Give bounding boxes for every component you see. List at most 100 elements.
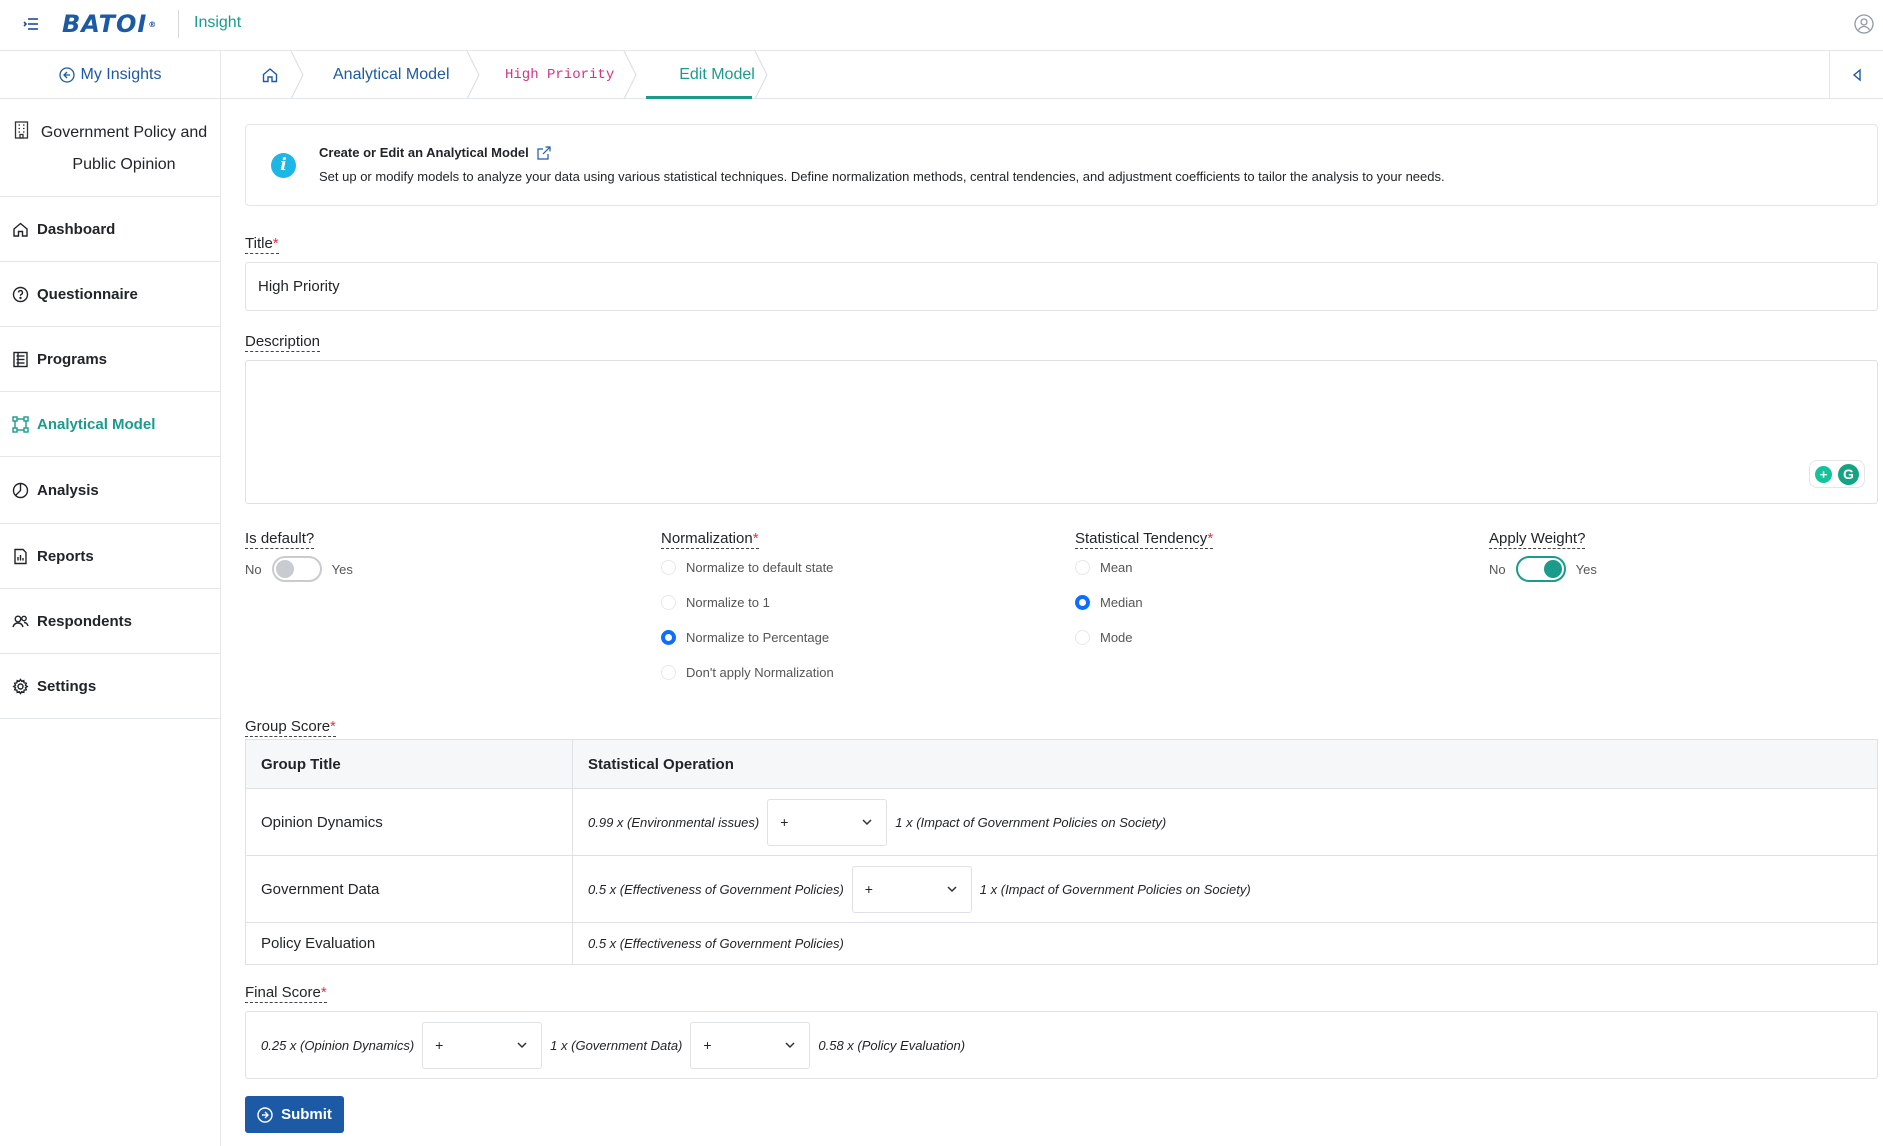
chevron-down-icon (947, 886, 957, 893)
project-name: Government Policy and Public Opinion (40, 124, 208, 173)
table-row: Government Data 0.5 x (Effectiveness of … (245, 855, 1878, 923)
grammarly-plus-icon[interactable]: + (1815, 465, 1832, 483)
model-nodes-icon (12, 415, 29, 433)
breadcrumb-analytical-model[interactable]: Analytical Model (333, 51, 450, 99)
description-textarea[interactable]: + G (245, 360, 1878, 504)
chevron-down-icon (862, 819, 872, 826)
sidebar-item-label: Analytical Model (37, 415, 156, 433)
info-description: Set up or modify models to analyze your … (319, 169, 1445, 184)
is-default-toggle-group: No Yes (245, 556, 353, 582)
info-title: Create or Edit an Analytical Model (319, 145, 551, 160)
radio-button[interactable] (1075, 560, 1090, 575)
breadcrumb: Analytical Model High Priority Edit Mode… (221, 51, 1883, 99)
apply-weight-switch[interactable] (1515, 556, 1566, 582)
toggle-no-label: No (1489, 561, 1506, 577)
column-header: Statistical Operation (572, 739, 1878, 789)
sidebar-item-label: Settings (37, 677, 97, 695)
normalization-option[interactable]: Don't apply Normalization (661, 665, 834, 680)
sidebar-item-questionnaire[interactable]: Questionnaire (0, 262, 220, 327)
table-row: Policy Evaluation 0.5 x (Effectiveness o… (245, 922, 1878, 965)
sidebar-item-dashboard[interactable]: Dashboard (0, 197, 220, 262)
sidebar-item-label: Reports (37, 547, 94, 565)
radio-button[interactable] (661, 595, 676, 610)
toggle-yes-label: Yes (1575, 561, 1597, 577)
sidebar-item-settings[interactable]: Settings (0, 654, 220, 719)
tendency-option[interactable]: Mean (1075, 560, 1133, 575)
info-card: i Create or Edit an Analytical Model Set… (245, 124, 1878, 206)
breadcrumb-home[interactable] (261, 51, 281, 99)
table-header-row: Group Title Statistical Operation (245, 739, 1878, 789)
user-icon[interactable] (1854, 14, 1874, 34)
operation-term: 0.5 x (Effectiveness of Government Polic… (588, 881, 844, 897)
operation-term: 0.99 x (Environmental issues) (588, 814, 760, 830)
submit-button[interactable]: Submit (245, 1096, 344, 1133)
radio-button[interactable] (661, 560, 676, 575)
sidebar-item-analytical-model[interactable]: Analytical Model (0, 392, 220, 457)
radio-button[interactable] (661, 630, 676, 645)
arrow-right-circle-icon (257, 1106, 273, 1123)
apply-weight-toggle-group: No Yes (1489, 556, 1597, 582)
group-score-table: Group Title Statistical Operation Opinio… (245, 739, 1878, 965)
radio-button[interactable] (1075, 630, 1090, 645)
breadcrumb-model-name[interactable]: High Priority (505, 51, 614, 99)
operator-select[interactable]: + (767, 798, 888, 846)
operator-select[interactable]: + (690, 1021, 811, 1069)
description-label: Description (245, 333, 321, 352)
menu-icon[interactable] (22, 15, 40, 33)
info-title-text: Create or Edit an Analytical Model (319, 145, 529, 160)
group-score-label: Group Score* (245, 718, 336, 737)
tendency-option[interactable]: Mode (1075, 630, 1133, 645)
sidebar-item-analysis[interactable]: Analysis (0, 457, 220, 524)
sidebar-item-reports[interactable]: Reports (0, 524, 220, 589)
sidebar-item-respondents[interactable]: Respondents (0, 589, 220, 654)
home-icon (262, 68, 278, 83)
project-selector[interactable]: Government Policy and Public Opinion (0, 99, 220, 197)
panel-toggle-button[interactable] (1829, 51, 1883, 99)
final-term: 1 x (Government Data) (550, 1037, 683, 1053)
sidebar-item-label: Programs (37, 350, 108, 368)
tendency-option[interactable]: Median (1075, 595, 1143, 610)
sidebar-item-label: Analysis (37, 481, 99, 499)
is-default-switch[interactable] (271, 556, 322, 582)
info-icon: i (271, 153, 296, 178)
toggle-yes-label: Yes (331, 561, 353, 577)
normalization-option[interactable]: Normalize to 1 (661, 595, 770, 610)
group-title-cell: Opinion Dynamics (245, 788, 573, 856)
operation-term: 1 x (Impact of Government Policies on So… (979, 881, 1251, 897)
top-bar: BATOI ® Insight (0, 0, 1883, 51)
grammarly-g-icon[interactable]: G (1838, 463, 1859, 485)
radio-button[interactable] (661, 665, 676, 680)
question-circle-icon (12, 286, 29, 302)
operation-cell: 0.99 x (Environmental issues) + 1 x (Imp… (572, 788, 1878, 856)
normalization-label: Normalization* (661, 530, 759, 549)
breadcrumb-separator-icon (623, 51, 637, 99)
sidebar: My Insights Government Policy and Public… (0, 51, 221, 1146)
operator-select[interactable]: + (422, 1021, 543, 1069)
apply-weight-label: Apply Weight? (1489, 530, 1586, 549)
operator-select[interactable]: + (851, 865, 972, 913)
grammarly-widget[interactable]: + G (1809, 460, 1865, 488)
toggle-no-label: No (245, 561, 262, 577)
app-name: Insight (194, 14, 242, 31)
building-icon (14, 121, 29, 139)
normalization-option[interactable]: Normalize to Percentage (661, 630, 829, 645)
statistical-tendency-label: Statistical Tendency* (1075, 530, 1214, 549)
document-list-icon (13, 351, 28, 367)
my-insights-link[interactable]: My Insights (0, 51, 220, 99)
active-tab-underline (646, 96, 752, 99)
logo-divider (178, 10, 179, 38)
sidebar-item-programs[interactable]: Programs (0, 327, 220, 392)
group-title-cell: Government Data (245, 855, 573, 923)
normalization-option[interactable]: Normalize to default state (661, 560, 833, 575)
breadcrumb-separator-icon (290, 51, 304, 99)
batoi-logo[interactable]: BATOI ® (62, 9, 157, 39)
my-insights-label: My Insights (80, 65, 162, 83)
gear-icon (12, 677, 29, 695)
breadcrumb-separator-icon (754, 51, 768, 99)
report-icon (14, 548, 27, 564)
radio-button[interactable] (1075, 595, 1090, 610)
chevron-down-icon (517, 1042, 527, 1049)
group-title-cell: Policy Evaluation (245, 922, 573, 965)
title-input[interactable] (245, 262, 1878, 311)
external-link-icon[interactable] (537, 145, 551, 160)
